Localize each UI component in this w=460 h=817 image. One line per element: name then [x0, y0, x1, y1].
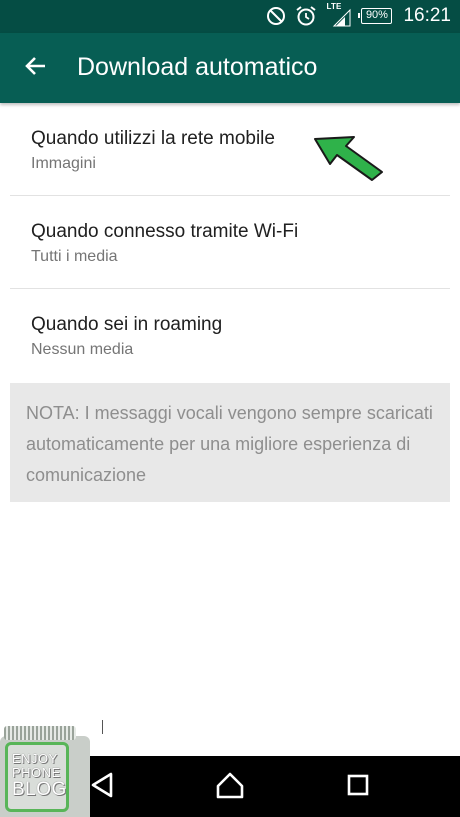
back-triangle-icon [89, 771, 115, 804]
pointer-arrow-icon [310, 133, 386, 188]
setting-value: Immagini [31, 155, 96, 172]
screen: LTE 90% 16:21 Download automatico Quando… [0, 0, 460, 817]
home-icon [215, 771, 245, 804]
status-bar: LTE 90% 16:21 [0, 0, 460, 33]
status-time: 16:21 [403, 5, 451, 26]
setting-title: Quando connesso tramite Wi-Fi [31, 221, 299, 242]
logo-line-2: PHONE [12, 765, 61, 780]
arrow-left-icon [24, 54, 48, 83]
nav-home-button[interactable] [210, 768, 250, 806]
nav-recents-button[interactable] [338, 768, 378, 806]
setting-mobile-data[interactable]: Quando utilizzi la rete mobile Immagini [10, 103, 450, 196]
app-toolbar: Download automatico [0, 33, 460, 103]
do-not-disturb-icon [266, 6, 286, 26]
logo-line-3: BLOG [12, 779, 67, 800]
page-title: Download automatico [77, 53, 318, 81]
settings-list: Quando utilizzi la rete mobile Immagini … [10, 103, 450, 382]
setting-value: Tutti i media [31, 248, 118, 265]
alarm-icon [295, 5, 317, 27]
voice-message-note: NOTA: I messaggi vocali vengono sempre s… [10, 383, 450, 502]
setting-title: Quando sei in roaming [31, 314, 223, 335]
recents-icon [346, 773, 370, 802]
battery-icon: 90% [358, 8, 393, 24]
text-cursor [102, 720, 103, 734]
enjoy-phone-blog-logo: ENJOY PHONE BLOG [0, 722, 92, 817]
back-button[interactable] [14, 46, 58, 90]
logo-text: ENJOY PHONE BLOG [12, 752, 66, 800]
note-text: NOTA: I messaggi vocali vengono sempre s… [26, 403, 433, 485]
setting-wifi[interactable]: Quando connesso tramite Wi-Fi Tutti i me… [10, 196, 450, 289]
battery-level: 90% [365, 9, 388, 21]
setting-value: Nessun media [31, 341, 134, 358]
logo-coil [4, 726, 76, 740]
status-icons: LTE 90% 16:21 [266, 2, 451, 27]
signal-icon: LTE [326, 2, 352, 27]
logo-line-1: ENJOY [12, 751, 58, 766]
setting-title: Quando utilizzi la rete mobile [31, 128, 275, 149]
setting-roaming[interactable]: Quando sei in roaming Nessun media [10, 289, 450, 382]
